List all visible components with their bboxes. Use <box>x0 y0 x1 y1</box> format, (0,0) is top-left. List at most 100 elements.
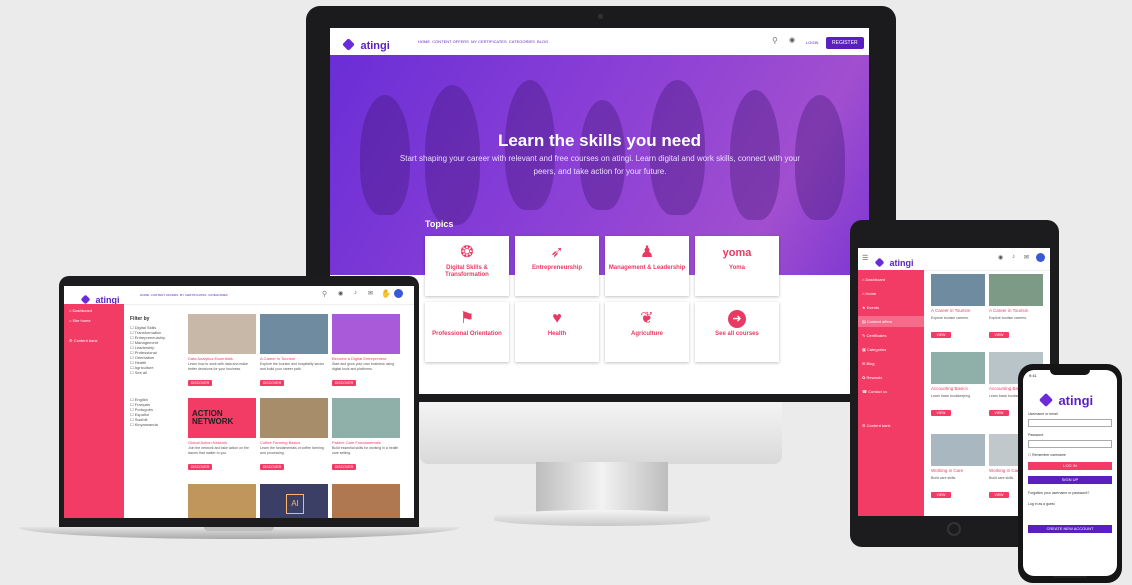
course-image[interactable] <box>931 434 985 466</box>
course-title[interactable]: Global Action Network <box>188 440 256 445</box>
course-title[interactable]: A Career in Tourism <box>260 356 328 361</box>
course-title[interactable]: Data Analytics Essentials <box>188 356 256 361</box>
discover-button[interactable]: DISCOVER <box>188 464 212 470</box>
topic-card-health[interactable]: ♥ Health <box>515 302 599 362</box>
sidebar-item[interactable]: ✎ Certificates <box>858 330 924 341</box>
discover-button[interactable]: DISCOVER <box>188 380 212 386</box>
tablet-logo-text: atingi <box>889 258 914 268</box>
login-link[interactable]: LOGIN <box>806 40 818 45</box>
sidebar-item[interactable]: ⌂ Home <box>858 288 924 299</box>
laptop-screen: atingi HOME CONTENT OFFERS MY CERTIFICAT… <box>64 286 414 518</box>
hamburger-icon[interactable]: ☰ <box>862 254 868 262</box>
username-input[interactable] <box>1028 419 1112 427</box>
chat-icon[interactable]: ✉ <box>1024 254 1029 261</box>
course-image[interactable] <box>332 314 400 354</box>
tablet-logo[interactable]: atingi <box>874 253 914 271</box>
course-description: Explore tourism careers. <box>989 316 1027 320</box>
globe-icon[interactable]: ◉ <box>789 36 795 44</box>
plant-icon: ❦ <box>640 310 654 327</box>
topic-card-entrepreneurship[interactable]: ➶ Entrepreneurship <box>515 236 599 296</box>
topic-card-agriculture[interactable]: ❦ Agriculture <box>605 302 689 362</box>
sidebar-item[interactable]: ★ Events <box>858 302 924 313</box>
topic-label: Yoma <box>729 265 745 271</box>
register-button[interactable]: REGISTER <box>826 37 864 49</box>
create-account-button[interactable]: CREATE NEW ACCOUNT <box>1028 525 1112 533</box>
tablet-navbar: ☰ atingi ◉ ♪ ✉ <box>858 248 1050 271</box>
course-image[interactable] <box>188 484 256 518</box>
course-title[interactable]: A Career in Tourism <box>931 308 985 313</box>
course-image[interactable] <box>989 274 1043 306</box>
course-image[interactable] <box>260 314 328 354</box>
avatar[interactable] <box>1036 253 1045 262</box>
nav-link-content-offers[interactable]: CONTENT OFFERS <box>432 39 469 44</box>
globe-icon[interactable]: ◉ <box>998 254 1003 261</box>
chat-icon[interactable]: ✉ <box>368 290 373 297</box>
topic-card-digital-skills[interactable]: ❂ Digital Skills & Transformation <box>425 236 509 296</box>
globe-icon[interactable]: ◉ <box>338 290 343 297</box>
discover-button[interactable]: DISCOVER <box>260 380 284 386</box>
course-title[interactable]: A Career in Tourism <box>989 308 1043 313</box>
course-image[interactable] <box>332 484 400 518</box>
topic-card-professional-orientation[interactable]: ⚑ Professional Orientation <box>425 302 509 362</box>
view-button[interactable]: VIEW <box>931 410 951 416</box>
course-image[interactable]: AI <box>260 484 328 518</box>
sidebar-item[interactable]: ⚙ Content bank <box>858 420 924 431</box>
view-button[interactable]: VIEW <box>989 332 1009 338</box>
nav-link-my-certificates[interactable]: MY CERTIFICATES <box>180 293 207 297</box>
sidebar-item[interactable]: ▦ Categories <box>858 344 924 355</box>
sidebar-item[interactable]: ▤ Content offers <box>858 316 924 327</box>
atingi-logo-icon <box>1038 392 1054 408</box>
course-title[interactable]: Working in Care <box>931 468 985 473</box>
course-image[interactable] <box>188 314 256 354</box>
course-image[interactable]: ACTION NETWORK <box>188 398 256 438</box>
topic-card-yoma[interactable]: yoma Yoma <box>695 236 779 296</box>
filter-option[interactable]: ☐ Kinyarwanda <box>130 422 184 427</box>
topic-card-management[interactable]: ♟ Management & Leadership <box>605 236 689 296</box>
sidebar-item-dashboard[interactable]: ⌂ Dashboard <box>69 308 92 313</box>
course-image[interactable] <box>332 398 400 438</box>
sidebar-item[interactable]: ☎ Contact us <box>858 386 924 397</box>
remember-checkbox[interactable]: ☐ Remember username <box>1028 453 1066 457</box>
signup-button[interactable]: SIGN UP <box>1028 476 1112 484</box>
sidebar-item-content-bank[interactable]: ⚙ Content bank <box>69 338 98 343</box>
discover-button[interactable]: DISCOVER <box>332 464 356 470</box>
topic-card-see-all[interactable]: ➜ See all courses <box>695 302 779 362</box>
discover-button[interactable]: DISCOVER <box>332 380 356 386</box>
nav-link-categories[interactable]: CATEGORIES <box>509 39 535 44</box>
course-image[interactable] <box>931 274 985 306</box>
course-title[interactable]: Coffee Farming Basics <box>260 440 328 445</box>
nav-link-home[interactable]: HOME <box>418 39 430 44</box>
search-icon[interactable]: ⚲ <box>772 36 778 45</box>
signpost-icon: ⚑ <box>459 310 475 327</box>
sidebar-item[interactable]: ⌂ Dashboard <box>858 274 924 285</box>
discover-button[interactable]: DISCOVER <box>260 464 284 470</box>
nav-link-home[interactable]: HOME <box>140 293 149 297</box>
course-image[interactable] <box>931 352 985 384</box>
filter-option[interactable]: ☐ See all <box>130 370 184 375</box>
sidebar-item[interactable]: ✿ Rewards <box>858 372 924 383</box>
nav-link-my-certificates[interactable]: MY CERTIFICATES <box>471 39 507 44</box>
sidebar-item[interactable]: ✉ Blog <box>858 358 924 369</box>
login-button[interactable]: LOG IN <box>1028 462 1112 470</box>
course-title[interactable]: Become a Digital Entrepreneur <box>332 356 400 361</box>
desktop-logo[interactable]: atingi <box>342 36 390 54</box>
view-button[interactable]: VIEW <box>989 410 1009 416</box>
view-button[interactable]: VIEW <box>931 492 951 498</box>
course-title[interactable]: Patient Care Fundamentals <box>332 440 400 445</box>
nav-link-content-offers[interactable]: CONTENT OFFERS <box>151 293 178 297</box>
avatar[interactable] <box>394 289 403 298</box>
hand-icon[interactable]: ✋ <box>381 289 391 298</box>
search-icon[interactable]: ⚲ <box>322 290 327 298</box>
password-input[interactable] <box>1028 440 1112 448</box>
course-title[interactable]: Accounting Basics <box>931 386 985 391</box>
view-button[interactable]: VIEW <box>931 332 951 338</box>
bell-icon[interactable]: ♪ <box>354 290 357 296</box>
guest-login-link[interactable]: Log in as a guest <box>1028 502 1055 506</box>
course-image[interactable] <box>260 398 328 438</box>
nav-link-blog[interactable]: BLOG <box>537 39 548 44</box>
sidebar-item-site-home[interactable]: ⌂ Site home <box>69 318 91 323</box>
view-button[interactable]: VIEW <box>989 492 1009 498</box>
nav-link-categories[interactable]: CATEGORIES <box>208 293 227 297</box>
forgot-password-link[interactable]: Forgotten your username or password? <box>1028 491 1089 495</box>
bell-icon[interactable]: ♪ <box>1012 254 1015 260</box>
